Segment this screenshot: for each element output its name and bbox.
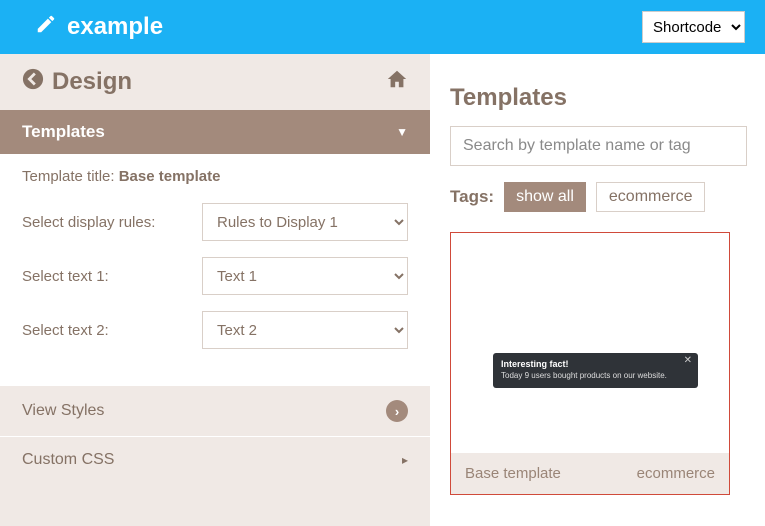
close-icon: ✕ [684,355,692,366]
caret-right-icon: ▸ [402,453,408,467]
tags-row: Tags: show all ecommerce [450,182,765,212]
shortcode-select[interactable]: Shortcode [642,11,745,43]
chevron-left-icon [22,68,44,96]
accordion-view-styles[interactable]: View Styles › [0,385,430,436]
card-footer: Base template ecommerce [451,453,729,494]
card-tag: ecommerce [637,465,715,482]
accordion-templates[interactable]: Templates ▼ [0,110,430,154]
design-header: Design [0,54,430,110]
template-card[interactable]: ✕ Interesting fact! Today 9 users bought… [450,232,730,495]
card-preview: ✕ Interesting fact! Today 9 users bought… [451,233,729,453]
template-title-line: Template title: Base template [22,168,408,185]
pencil-icon[interactable] [35,13,57,41]
card-name: Base template [465,465,561,482]
label-text-2: Select text 2: [22,322,202,339]
accordion-custom-css[interactable]: Custom CSS ▸ [0,436,430,483]
right-panel: Templates Tags: show all ecommerce ✕ Int… [430,54,765,526]
row-text-1: Select text 1: Text 1 [22,257,408,295]
topbar: example Shortcode [0,0,765,54]
label-text-1: Select text 1: [22,268,202,285]
design-title: Design [52,68,132,96]
back-button[interactable]: Design [22,68,132,96]
select-text-2[interactable]: Text 2 [202,311,408,349]
accordion-label: Custom CSS [22,451,114,469]
select-display-rules[interactable]: Rules to Display 1 [202,203,408,241]
accordion-label: Templates [22,122,105,142]
label-display-rules: Select display rules: [22,214,202,231]
tag-show-all[interactable]: show all [504,182,586,212]
page-title: example [67,13,163,41]
tag-ecommerce[interactable]: ecommerce [596,182,706,212]
notification-preview: ✕ Interesting fact! Today 9 users bought… [493,353,698,388]
home-icon[interactable] [386,68,408,96]
accordion-label: View Styles [22,402,104,420]
row-text-2: Select text 2: Text 2 [22,311,408,349]
notif-title: Interesting fact! [501,359,690,369]
select-text-1[interactable]: Text 1 [202,257,408,295]
templates-body: Template title: Base template Select dis… [0,154,430,385]
sidebar: Design Templates ▼ Template title: Base … [0,54,430,526]
topbar-left: example [35,13,163,41]
tags-label: Tags: [450,187,494,207]
main: Design Templates ▼ Template title: Base … [0,54,765,526]
caret-down-icon: ▼ [396,125,408,139]
right-title: Templates [450,84,765,112]
search-input[interactable] [450,126,747,166]
chevron-right-circle-icon: › [386,400,408,422]
notif-body: Today 9 users bought products on our web… [501,371,690,380]
row-display-rules: Select display rules: Rules to Display 1 [22,203,408,241]
